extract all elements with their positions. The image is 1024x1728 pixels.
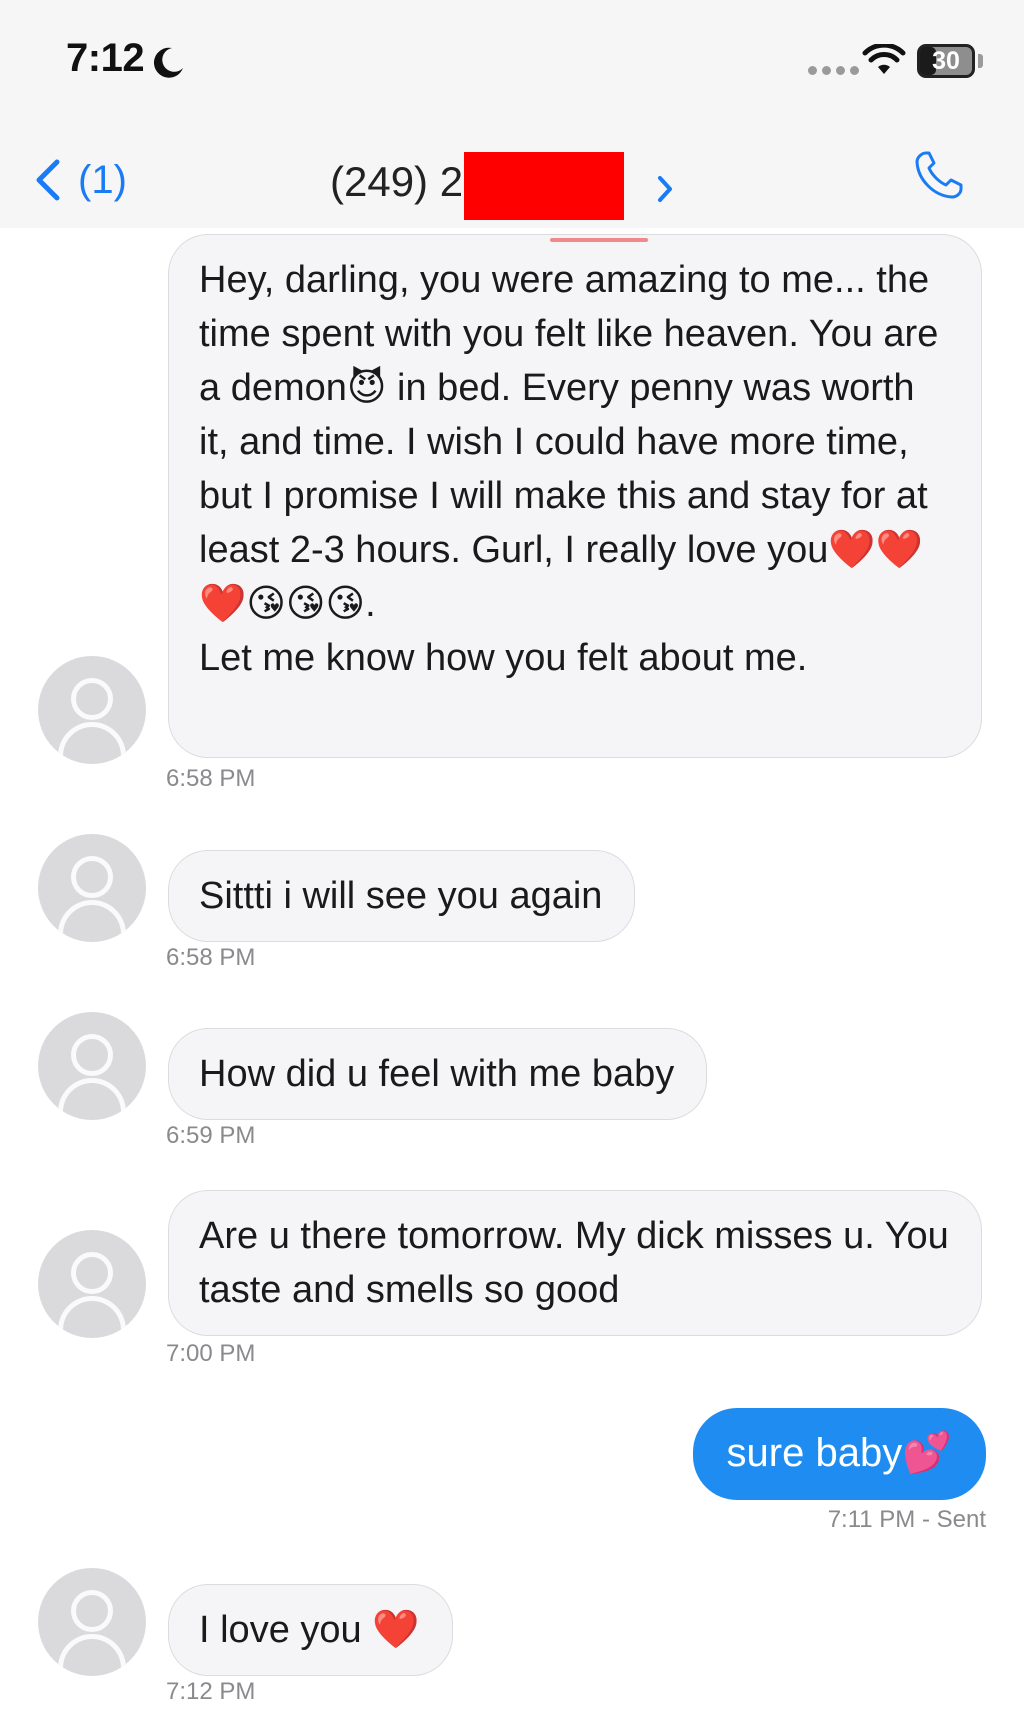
message-timestamp: 6:59 PM [166, 1122, 256, 1149]
message-timestamp: 7:00 PM [166, 1340, 256, 1367]
message-timestamp: 6:58 PM [166, 944, 256, 971]
conversation-header: (1) (249) 2 5 [0, 110, 1024, 242]
status-bar: 7:12 30 [0, 0, 1024, 110]
battery-icon: 30 [917, 44, 975, 78]
incoming-message[interactable]: How did u feel with me baby [168, 1028, 708, 1120]
chevron-right-icon [658, 176, 672, 202]
redaction-underline [550, 238, 648, 242]
contact-title[interactable]: (249) 2 5 [330, 152, 672, 242]
battery-level: 30 [932, 47, 960, 75]
incoming-message[interactable]: I love you ❤️ [168, 1584, 453, 1676]
message-timestamp: 7:12 PM [166, 1678, 256, 1705]
moon-icon [153, 47, 183, 78]
avatar[interactable] [38, 834, 146, 942]
back-button[interactable]: (1) [30, 150, 140, 210]
message-timestamp: 6:58 PM [166, 765, 256, 792]
phone-icon[interactable] [912, 148, 966, 202]
chevron-left-icon [36, 159, 60, 201]
incoming-message[interactable]: Hey, darling, you were amazing to me... … [168, 234, 982, 758]
message-timestamp: 7:11 PM - Sent [827, 1506, 986, 1533]
signal-dots-icon [808, 66, 859, 75]
avatar[interactable] [38, 1230, 146, 1338]
redaction-box [464, 152, 624, 220]
outgoing-message[interactable]: sure baby💕 [692, 1408, 986, 1500]
avatar[interactable] [38, 656, 146, 764]
contact-number-prefix: (249) 2 [330, 158, 464, 205]
battery-nub [978, 54, 983, 68]
status-time: 7:12 [66, 36, 145, 80]
avatar[interactable] [38, 1568, 146, 1676]
avatar-head [71, 678, 113, 720]
avatar-body [58, 722, 126, 764]
message-thread[interactable]: Hey, darling, you were amazing to me... … [0, 228, 1024, 1728]
incoming-message[interactable]: Are u there tomorrow. My dick misses u. … [168, 1190, 982, 1336]
avatar[interactable] [38, 1012, 146, 1120]
unread-count: (1) [78, 157, 127, 202]
wifi-icon [862, 44, 906, 74]
incoming-message[interactable]: Sittti i will see you again [168, 850, 636, 942]
